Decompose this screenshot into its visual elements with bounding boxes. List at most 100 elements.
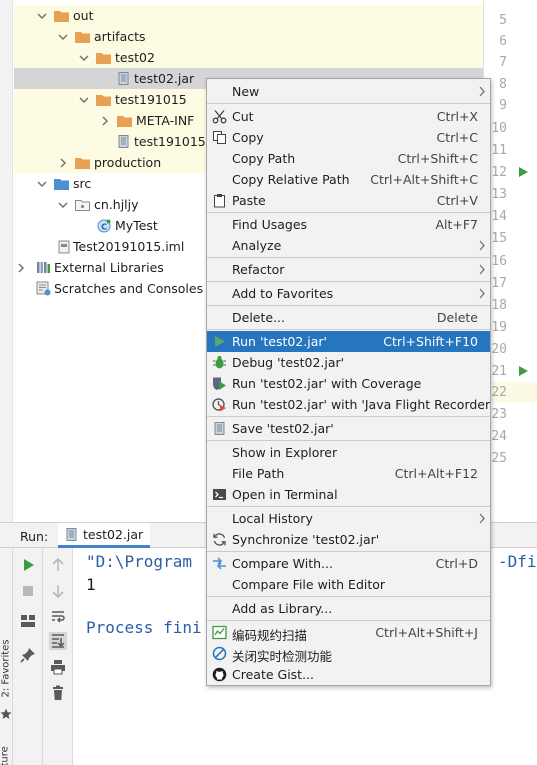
pin-icon[interactable] xyxy=(19,646,37,664)
java-class-icon: C xyxy=(97,219,111,233)
tree-item-test02[interactable]: test02 xyxy=(14,47,483,68)
package-icon xyxy=(75,199,90,211)
folder-icon xyxy=(75,157,90,169)
menu-separator xyxy=(207,440,490,441)
menu-item-synchronize[interactable]: Synchronize 'test02.jar' xyxy=(207,529,490,550)
star-icon xyxy=(0,708,12,720)
print-icon[interactable] xyxy=(49,658,67,676)
menu-item-file-path[interactable]: File Path Ctrl+Alt+F12 xyxy=(207,463,490,484)
menu-item-delete[interactable]: Delete... Delete xyxy=(207,307,490,328)
tree-item-artifacts[interactable]: artifacts xyxy=(14,26,483,47)
context-menu: New Cut Ctrl+X Copy Ctrl+C Copy Path Ctr… xyxy=(206,78,491,686)
code-scan-icon xyxy=(212,625,227,640)
chevron-down-icon[interactable] xyxy=(57,31,69,43)
jar-file-icon xyxy=(118,135,129,148)
run-panel-title: Run: xyxy=(20,529,49,544)
menu-item-copy-path[interactable]: Copy Path Ctrl+Shift+C xyxy=(207,148,490,169)
menu-separator xyxy=(207,329,490,330)
submenu-arrow-icon xyxy=(478,513,486,524)
layout-icon[interactable] xyxy=(19,612,37,630)
menu-item-new[interactable]: New xyxy=(207,81,490,102)
menu-separator xyxy=(207,596,490,597)
scroll-to-end-icon[interactable] xyxy=(49,632,67,650)
jar-file-icon xyxy=(212,421,227,436)
chevron-right-icon[interactable] xyxy=(15,262,27,274)
github-icon xyxy=(212,667,227,682)
menu-item-add-as-library[interactable]: Add as Library... xyxy=(207,598,490,619)
menu-item-local-history[interactable]: Local History xyxy=(207,508,490,529)
menu-item-create-gist[interactable]: Create Gist... xyxy=(207,664,490,685)
menu-item-run[interactable]: Run 'test02.jar' Ctrl+Shift+F10 xyxy=(207,331,490,352)
run-gutter-icon[interactable] xyxy=(519,366,528,376)
menu-item-show-in-explorer[interactable]: Show in Explorer xyxy=(207,442,490,463)
chevron-right-icon[interactable] xyxy=(99,115,111,127)
menu-separator xyxy=(207,416,490,417)
menu-item-add-to-favorites[interactable]: Add to Favorites xyxy=(207,283,490,304)
run-tab-label: test02.jar xyxy=(83,526,144,542)
chevron-down-icon[interactable] xyxy=(78,94,90,106)
chevron-down-icon[interactable] xyxy=(36,178,48,190)
compare-icon xyxy=(212,556,227,571)
stop-icon[interactable] xyxy=(19,582,37,600)
line-number: 7 xyxy=(499,55,507,70)
structure-side-tab[interactable]: ture xyxy=(0,731,13,765)
chevron-down-icon[interactable] xyxy=(36,10,48,22)
run-gutter-icon[interactable] xyxy=(519,167,528,177)
favorites-side-tab[interactable]: 2: Favorites xyxy=(1,639,14,697)
menu-separator xyxy=(207,281,490,282)
menu-item-refactor[interactable]: Refactor xyxy=(207,259,490,280)
terminal-icon xyxy=(212,487,227,502)
folder-icon xyxy=(117,115,132,127)
copy-icon xyxy=(212,130,227,145)
menu-item-code-scan[interactable]: 编码规约扫描 Ctrl+Alt+Shift+J xyxy=(207,622,490,643)
run-icon xyxy=(212,334,227,349)
submenu-arrow-icon xyxy=(478,86,486,97)
folder-icon xyxy=(96,52,111,64)
console-process-finished: Process fini xyxy=(86,618,202,637)
disable-icon xyxy=(212,646,227,661)
menu-separator xyxy=(207,103,490,104)
arrow-down-icon[interactable] xyxy=(49,582,67,600)
jar-file-icon xyxy=(118,72,129,85)
jar-file-icon xyxy=(66,527,77,541)
tree-item-out[interactable]: out xyxy=(14,5,483,26)
clipboard-icon xyxy=(212,193,227,208)
arrow-up-icon[interactable] xyxy=(49,556,67,574)
soft-wrap-icon[interactable] xyxy=(49,608,67,626)
menu-item-compare-file-with-editor[interactable]: Compare File with Editor xyxy=(207,574,490,595)
menu-item-analyze[interactable]: Analyze xyxy=(207,235,490,256)
chevron-right-icon[interactable] xyxy=(57,157,69,169)
menu-item-paste[interactable]: Paste Ctrl+V xyxy=(207,190,490,211)
menu-item-disable-realtime-check[interactable]: 关闭实时检测功能 xyxy=(207,643,490,664)
trash-icon[interactable] xyxy=(49,684,67,702)
folder-icon xyxy=(54,10,69,22)
svg-text:C: C xyxy=(101,222,107,231)
submenu-arrow-icon xyxy=(478,264,486,275)
folder-icon xyxy=(75,31,90,43)
run-tab-test02-jar[interactable]: test02.jar xyxy=(58,523,150,548)
chevron-down-icon[interactable] xyxy=(78,52,90,64)
project-tool-strip xyxy=(0,0,13,522)
line-number: 5 xyxy=(499,13,507,28)
rerun-icon[interactable] xyxy=(19,556,37,574)
menu-item-open-in-terminal[interactable]: Open in Terminal xyxy=(207,484,490,505)
menu-item-find-usages[interactable]: Find Usages Alt+F7 xyxy=(207,214,490,235)
console-output-line: 1 xyxy=(86,575,96,594)
menu-item-cut[interactable]: Cut Ctrl+X xyxy=(207,106,490,127)
menu-separator xyxy=(207,257,490,258)
menu-item-run-with-coverage[interactable]: Run 'test02.jar' with Coverage xyxy=(207,373,490,394)
menu-item-debug[interactable]: Debug 'test02.jar' xyxy=(207,352,490,373)
folder-icon xyxy=(96,94,111,106)
run-toolbar-primary xyxy=(13,548,43,765)
scratches-icon xyxy=(36,281,51,296)
menu-item-copy-relative-path[interactable]: Copy Relative Path Ctrl+Alt+Shift+C xyxy=(207,169,490,190)
menu-item-save[interactable]: Save 'test02.jar' xyxy=(207,418,490,439)
menu-item-run-with-jfr[interactable]: Run 'test02.jar' with 'Java Flight Recor… xyxy=(207,394,490,415)
coverage-icon xyxy=(212,376,227,391)
menu-item-copy[interactable]: Copy Ctrl+C xyxy=(207,127,490,148)
chevron-down-icon[interactable] xyxy=(57,199,69,211)
menu-item-compare-with[interactable]: Compare With... Ctrl+D xyxy=(207,553,490,574)
flight-recorder-icon xyxy=(212,397,227,412)
menu-separator xyxy=(207,551,490,552)
sync-icon xyxy=(212,532,227,547)
